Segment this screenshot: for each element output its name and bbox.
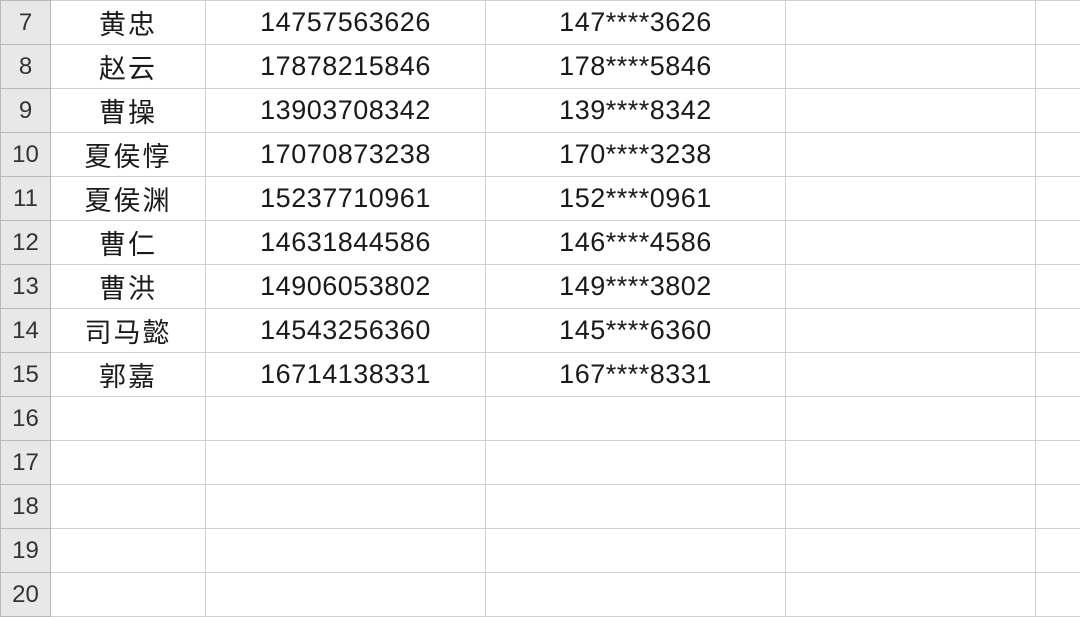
table-row: 11夏侯渊15237710961152****0961 xyxy=(1,177,1080,221)
row-header[interactable]: 7 xyxy=(1,1,51,45)
cell-empty[interactable] xyxy=(786,89,1036,133)
cell-phone-masked[interactable]: 152****0961 xyxy=(486,177,786,221)
table-row: 9曹操13903708342139****8342 xyxy=(1,89,1080,133)
cell-empty[interactable] xyxy=(786,1,1036,45)
cell-phone[interactable]: 14906053802 xyxy=(206,265,486,309)
cell-empty[interactable] xyxy=(1036,133,1080,177)
row-header[interactable]: 18 xyxy=(1,485,51,529)
cell-empty[interactable] xyxy=(1036,441,1080,485)
table-row: 12曹仁14631844586146****4586 xyxy=(1,221,1080,265)
cell-empty[interactable] xyxy=(786,397,1036,441)
row-header[interactable]: 11 xyxy=(1,177,51,221)
cell-empty[interactable] xyxy=(786,309,1036,353)
cell-phone-masked[interactable] xyxy=(486,573,786,617)
cell-phone[interactable] xyxy=(206,397,486,441)
cell-name[interactable]: 曹仁 xyxy=(51,221,206,265)
table-row: 7黄忠14757563626147****3626 xyxy=(1,1,1080,45)
cell-empty[interactable] xyxy=(1036,1,1080,45)
cell-empty[interactable] xyxy=(786,265,1036,309)
cell-phone[interactable]: 16714138331 xyxy=(206,353,486,397)
cell-empty[interactable] xyxy=(1036,265,1080,309)
cell-name[interactable]: 黄忠 xyxy=(51,1,206,45)
cell-empty[interactable] xyxy=(1036,45,1080,89)
table-row: 19 xyxy=(1,529,1080,573)
cell-name[interactable]: 曹操 xyxy=(51,89,206,133)
cell-phone[interactable] xyxy=(206,573,486,617)
cell-phone[interactable]: 14631844586 xyxy=(206,221,486,265)
cell-phone[interactable]: 13903708342 xyxy=(206,89,486,133)
row-header[interactable]: 10 xyxy=(1,133,51,177)
cell-empty[interactable] xyxy=(786,133,1036,177)
table-row: 20 xyxy=(1,573,1080,617)
cell-phone[interactable] xyxy=(206,441,486,485)
cell-empty[interactable] xyxy=(786,485,1036,529)
cell-name[interactable] xyxy=(51,485,206,529)
table-row: 8赵云17878215846178****5846 xyxy=(1,45,1080,89)
cell-empty[interactable] xyxy=(1036,221,1080,265)
cell-phone-masked[interactable] xyxy=(486,485,786,529)
spreadsheet-grid[interactable]: 7黄忠14757563626147****36268赵云178782158461… xyxy=(0,0,1080,617)
cell-empty[interactable] xyxy=(1036,309,1080,353)
cell-phone-masked[interactable]: 178****5846 xyxy=(486,45,786,89)
cell-empty[interactable] xyxy=(1036,89,1080,133)
table-row: 17 xyxy=(1,441,1080,485)
row-header[interactable]: 17 xyxy=(1,441,51,485)
table-row: 13曹洪14906053802149****3802 xyxy=(1,265,1080,309)
cell-phone-masked[interactable]: 147****3626 xyxy=(486,1,786,45)
row-header[interactable]: 8 xyxy=(1,45,51,89)
cell-phone-masked[interactable] xyxy=(486,441,786,485)
row-header[interactable]: 20 xyxy=(1,573,51,617)
cell-phone-masked[interactable]: 145****6360 xyxy=(486,309,786,353)
cell-empty[interactable] xyxy=(1036,485,1080,529)
cell-phone-masked[interactable] xyxy=(486,397,786,441)
cell-phone[interactable] xyxy=(206,529,486,573)
cell-empty[interactable] xyxy=(786,353,1036,397)
table-row: 18 xyxy=(1,485,1080,529)
cell-phone[interactable] xyxy=(206,485,486,529)
row-header[interactable]: 13 xyxy=(1,265,51,309)
cell-phone-masked[interactable]: 149****3802 xyxy=(486,265,786,309)
table-row: 15郭嘉16714138331167****8331 xyxy=(1,353,1080,397)
cell-empty[interactable] xyxy=(1036,397,1080,441)
cell-empty[interactable] xyxy=(786,45,1036,89)
cell-name[interactable]: 夏侯惇 xyxy=(51,133,206,177)
cell-phone-masked[interactable]: 167****8331 xyxy=(486,353,786,397)
cell-phone[interactable]: 17070873238 xyxy=(206,133,486,177)
cell-phone[interactable]: 14543256360 xyxy=(206,309,486,353)
row-header[interactable]: 9 xyxy=(1,89,51,133)
cell-name[interactable] xyxy=(51,573,206,617)
cell-empty[interactable] xyxy=(1036,573,1080,617)
row-header[interactable]: 15 xyxy=(1,353,51,397)
cell-empty[interactable] xyxy=(1036,529,1080,573)
row-header[interactable]: 14 xyxy=(1,309,51,353)
cell-empty[interactable] xyxy=(1036,177,1080,221)
cell-phone[interactable]: 14757563626 xyxy=(206,1,486,45)
cell-empty[interactable] xyxy=(786,221,1036,265)
cell-name[interactable]: 司马懿 xyxy=(51,309,206,353)
cell-phone[interactable]: 15237710961 xyxy=(206,177,486,221)
cell-empty[interactable] xyxy=(786,573,1036,617)
row-header[interactable]: 19 xyxy=(1,529,51,573)
cell-empty[interactable] xyxy=(1036,353,1080,397)
cell-phone[interactable]: 17878215846 xyxy=(206,45,486,89)
cell-name[interactable]: 赵云 xyxy=(51,45,206,89)
cell-name[interactable] xyxy=(51,441,206,485)
cell-phone-masked[interactable] xyxy=(486,529,786,573)
cell-empty[interactable] xyxy=(786,529,1036,573)
cell-name[interactable]: 夏侯渊 xyxy=(51,177,206,221)
table-row: 10夏侯惇17070873238170****3238 xyxy=(1,133,1080,177)
table-row: 14司马懿14543256360145****6360 xyxy=(1,309,1080,353)
row-header[interactable]: 12 xyxy=(1,221,51,265)
cell-name[interactable] xyxy=(51,529,206,573)
cell-empty[interactable] xyxy=(786,177,1036,221)
cell-phone-masked[interactable]: 170****3238 xyxy=(486,133,786,177)
cell-name[interactable]: 曹洪 xyxy=(51,265,206,309)
row-header[interactable]: 16 xyxy=(1,397,51,441)
cell-name[interactable] xyxy=(51,397,206,441)
cell-name[interactable]: 郭嘉 xyxy=(51,353,206,397)
cell-phone-masked[interactable]: 146****4586 xyxy=(486,221,786,265)
table-row: 16 xyxy=(1,397,1080,441)
cell-empty[interactable] xyxy=(786,441,1036,485)
cell-phone-masked[interactable]: 139****8342 xyxy=(486,89,786,133)
